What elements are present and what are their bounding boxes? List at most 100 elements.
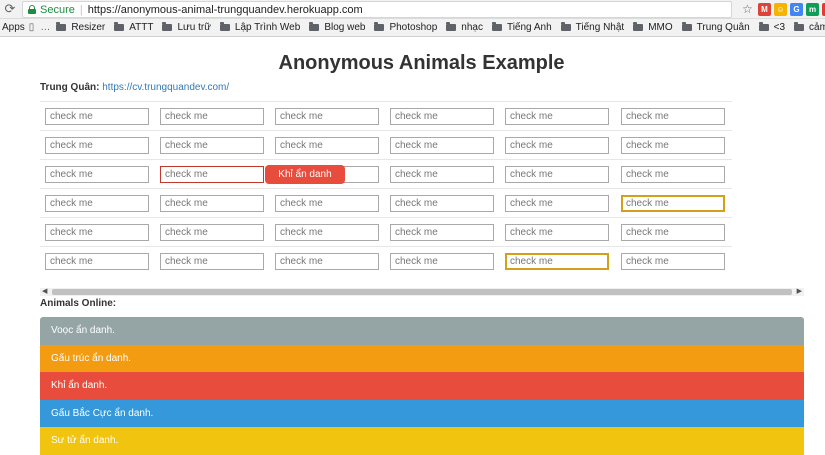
bookmark-label: cảm hứng (809, 22, 825, 33)
ellipsis-icon: … (40, 22, 51, 33)
url-text[interactable]: https://anonymous-animal-trungquandev.he… (88, 4, 363, 16)
bookmark-label: Trung Quân (696, 22, 750, 33)
check-cell-input[interactable]: check me (505, 253, 609, 270)
animal-label: Gấu trúc ẩn danh. (51, 352, 132, 364)
check-cell-input[interactable]: check me (45, 224, 149, 241)
grid-row: check me check me check me check me check me… (40, 159, 732, 188)
check-cell-input[interactable]: check me (390, 224, 494, 241)
check-cell-input[interactable]: check me (505, 195, 609, 212)
animals-online-label: Animals Online: (40, 298, 117, 309)
animal-label: Gấu Bắc Cực ẩn danh. (51, 407, 154, 419)
check-cell-input[interactable]: check me (160, 108, 264, 125)
author-label: Trung Quân: (40, 82, 100, 93)
check-cell-input[interactable]: check me (45, 253, 149, 270)
check-cell-input[interactable]: check me (160, 166, 264, 183)
check-cell-input[interactable]: check me (160, 224, 264, 241)
bookmark-item[interactable]: Lập Trình Web (219, 22, 300, 33)
check-cell-input[interactable]: check me (390, 108, 494, 125)
check-cell-input[interactable]: check me (390, 166, 494, 183)
reload-icon[interactable]: ⟳ (0, 0, 20, 19)
bookmark-label: Tiếng Nhật (575, 22, 625, 33)
check-cell-input[interactable]: check me (45, 137, 149, 154)
grid-row: check me check me check me check me check me… (40, 188, 732, 217)
folder-icon (309, 22, 320, 31)
folder-icon (633, 22, 644, 31)
bookmark-label: Photoshop (389, 22, 438, 33)
check-cell-input[interactable]: check me (45, 108, 149, 125)
grid-row: check me check me check me check me check me… (40, 130, 732, 159)
folder-icon (162, 22, 173, 31)
check-cell-input[interactable]: check me (621, 224, 725, 241)
animal-online-item: Khỉ ẩn danh. (40, 372, 804, 400)
bookmark-item[interactable]: cảm hứng (794, 22, 825, 33)
check-cell-input[interactable]: check me (621, 108, 725, 125)
bookmark-item[interactable]: Lưu trữ (162, 22, 211, 33)
check-cell-input[interactable]: check me (621, 137, 725, 154)
bookmark-label: ATTT (129, 22, 154, 33)
bookmark-label: Blog web (324, 22, 366, 33)
extension-icon[interactable]: ☺ (774, 3, 787, 16)
lock-icon (28, 5, 36, 14)
check-cell-input[interactable]: check me (275, 253, 379, 270)
check-cell-input[interactable]: check me (160, 195, 264, 212)
check-cell-input[interactable]: check me (505, 166, 609, 183)
author-line: Trung Quân: https://cv.trungquandev.com/ (40, 82, 229, 93)
check-cell-input[interactable]: check me (275, 195, 379, 212)
check-cell-input[interactable]: check me (505, 137, 609, 154)
bookmark-item[interactable]: Tiếng Nhật (560, 22, 625, 33)
check-cell-input[interactable]: check me (45, 166, 149, 183)
scroll-left-arrow-icon[interactable]: ◀ (42, 288, 47, 296)
folder-icon (219, 22, 230, 31)
bookmark-item[interactable]: ATTT (114, 22, 153, 33)
bookmark-label: <3 (773, 22, 786, 33)
bookmark-star-icon[interactable]: ☆ (742, 2, 753, 16)
check-cell-input[interactable]: check me (505, 224, 609, 241)
page-icon: ▯ (28, 22, 35, 33)
check-cell-input[interactable]: check me (505, 108, 609, 125)
author-link[interactable]: https://cv.trungquandev.com/ (102, 82, 229, 93)
animal-tooltip: Khỉ ẩn danh (265, 165, 345, 184)
extension-icon[interactable]: G (790, 3, 803, 16)
check-cell-input[interactable]: check me (160, 253, 264, 270)
extension-icon[interactable]: m (806, 3, 819, 16)
scroll-right-arrow-icon[interactable]: ▶ (797, 288, 802, 296)
bookmarks-bar: Apps ▯ … Resizer ATTT Lưu trữ Lập Trình Web… (0, 19, 825, 37)
folder-icon (114, 22, 125, 31)
grid-row: check me check me check me check me check me… (40, 101, 732, 130)
check-cell-input[interactable]: check me (160, 137, 264, 154)
address-bar[interactable]: Secure | https://anonymous-animal-trungq… (22, 1, 732, 18)
bookmark-item[interactable]: Photoshop (374, 22, 437, 33)
bookmark-list: Resizer ATTT Lưu trữ Lập Trình Web Blog web P… (56, 22, 825, 33)
bookmark-item[interactable]: Tiếng Anh (491, 22, 552, 33)
checkbox-grid: check me check me check me check me check me… (40, 101, 732, 275)
check-cell-input[interactable]: check me (390, 253, 494, 270)
check-cell-input[interactable]: check me (45, 195, 149, 212)
animal-label: Sư tử ẩn danh. (51, 435, 119, 447)
bookmark-item[interactable]: Trung Quân (681, 22, 750, 33)
check-cell-input[interactable]: check me (390, 195, 494, 212)
folder-icon (374, 22, 385, 31)
folder-icon (681, 22, 692, 31)
animal-label: Khỉ ẩn danh. (51, 380, 108, 392)
check-cell-input[interactable]: check me (390, 137, 494, 154)
bookmark-item[interactable]: MMO (633, 22, 673, 33)
bookmark-item[interactable]: Blog web (309, 22, 365, 33)
check-cell-input[interactable]: check me (275, 224, 379, 241)
bookmark-label: Resizer (71, 22, 106, 33)
bookmark-label: MMO (648, 22, 673, 33)
check-cell-input[interactable]: check me (275, 108, 379, 125)
horizontal-scrollbar[interactable]: ◀ ▶ (40, 288, 804, 296)
bookmark-item[interactable]: Resizer (56, 22, 105, 33)
folder-icon (560, 22, 571, 31)
extension-icon[interactable]: M (758, 3, 771, 16)
check-cell-input[interactable]: check me (621, 166, 725, 183)
apps-shortcut[interactable]: Apps (2, 22, 25, 33)
folder-icon (758, 22, 769, 31)
check-cell-input[interactable]: check me (275, 137, 379, 154)
bookmark-item[interactable]: nhạc (446, 22, 483, 33)
check-cell-input[interactable]: check me (621, 195, 725, 212)
bookmark-item[interactable]: <3 (758, 22, 786, 33)
bookmark-label: Tiếng Anh (506, 22, 552, 33)
scrollbar-thumb[interactable] (52, 289, 792, 295)
check-cell-input[interactable]: check me (621, 253, 725, 270)
